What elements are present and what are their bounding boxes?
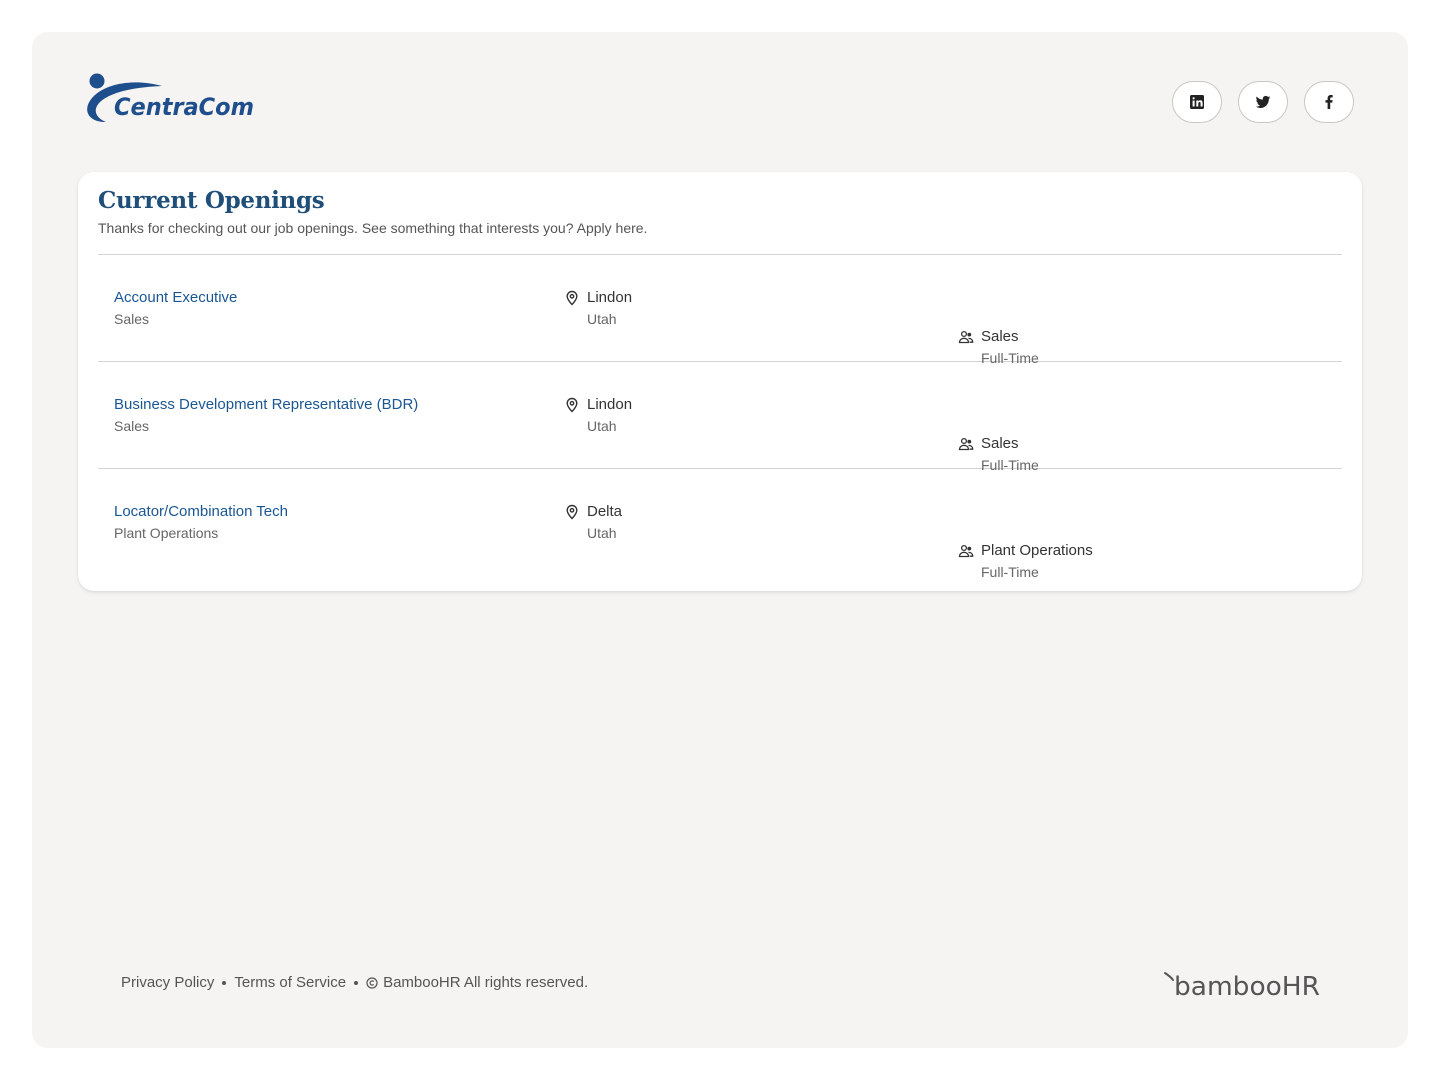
job-city: Lindon xyxy=(587,289,633,306)
people-icon xyxy=(958,329,974,345)
separator-dot xyxy=(354,980,359,985)
job-location: Delta Utah xyxy=(564,503,1440,542)
job-info: Locator/Combination Tech Plant Operation… xyxy=(114,503,288,542)
job-title-link[interactable]: Business Development Representative (BDR… xyxy=(114,396,418,414)
job-team: Plant Operations Full-Time xyxy=(958,542,1440,581)
page-title: Current Openings xyxy=(98,187,325,214)
job-title-link[interactable]: Account Executive xyxy=(114,289,237,307)
centracom-logo[interactable]: CentraCom xyxy=(80,72,260,128)
location-pin-icon xyxy=(564,504,580,520)
job-department: Sales xyxy=(114,311,150,327)
job-department: Sales xyxy=(114,418,150,434)
linkedin-button[interactable] xyxy=(1172,81,1222,123)
facebook-button[interactable] xyxy=(1304,81,1354,123)
job-city: Delta xyxy=(587,503,623,520)
job-state: Utah xyxy=(587,525,617,541)
job-list: Account Executive Sales Lindon Utah Sale… xyxy=(98,255,1342,580)
location-pin-icon xyxy=(564,290,580,306)
facebook-icon xyxy=(1325,95,1333,109)
social-links xyxy=(1172,81,1354,123)
twitter-icon xyxy=(1255,95,1271,108)
twitter-button[interactable] xyxy=(1238,81,1288,123)
location-pin-icon xyxy=(564,397,580,413)
job-row: Locator/Combination Tech Plant Operation… xyxy=(98,469,1342,580)
page-footer: Privacy Policy Terms of Service BambooHR… xyxy=(121,974,588,991)
privacy-policy-link[interactable]: Privacy Policy xyxy=(121,974,214,991)
job-department: Plant Operations xyxy=(114,525,219,541)
page-header: CentraCom xyxy=(80,72,1360,132)
job-employment-type: Full-Time xyxy=(981,564,1039,580)
job-info: Account Executive Sales xyxy=(114,289,237,328)
job-info: Business Development Representative (BDR… xyxy=(114,396,418,435)
people-icon xyxy=(958,543,974,559)
logo-wordmark: CentraCom xyxy=(114,93,254,121)
job-team-name: Sales xyxy=(981,435,1019,452)
separator-dot xyxy=(222,980,227,985)
bamboohr-wordmark: bambooHR xyxy=(1174,972,1320,1002)
copyright-text: BambooHR All rights reserved. xyxy=(383,974,589,991)
linkedin-icon xyxy=(1190,95,1204,109)
job-team-name: Plant Operations xyxy=(981,542,1093,559)
openings-card: Current Openings Thanks for checking out… xyxy=(78,172,1362,591)
bamboohr-logo[interactable]: bambooHR xyxy=(1162,966,1324,1002)
job-state: Utah xyxy=(587,311,617,327)
page-frame: CentraCom Current Openings Thanks for ch… xyxy=(32,32,1408,1048)
job-team-name: Sales xyxy=(981,328,1019,345)
job-row: Business Development Representative (BDR… xyxy=(98,362,1342,473)
job-state: Utah xyxy=(587,418,617,434)
page-subtitle: Thanks for checking out our job openings… xyxy=(98,220,648,236)
job-location: Lindon Utah xyxy=(564,289,1440,328)
job-location: Lindon Utah xyxy=(564,396,1440,435)
job-title-link[interactable]: Locator/Combination Tech xyxy=(114,503,288,521)
copyright-icon xyxy=(366,976,378,989)
job-row: Account Executive Sales Lindon Utah Sale… xyxy=(98,255,1342,366)
job-city: Lindon xyxy=(587,396,633,413)
terms-of-service-link[interactable]: Terms of Service xyxy=(234,974,346,991)
people-icon xyxy=(958,436,974,452)
